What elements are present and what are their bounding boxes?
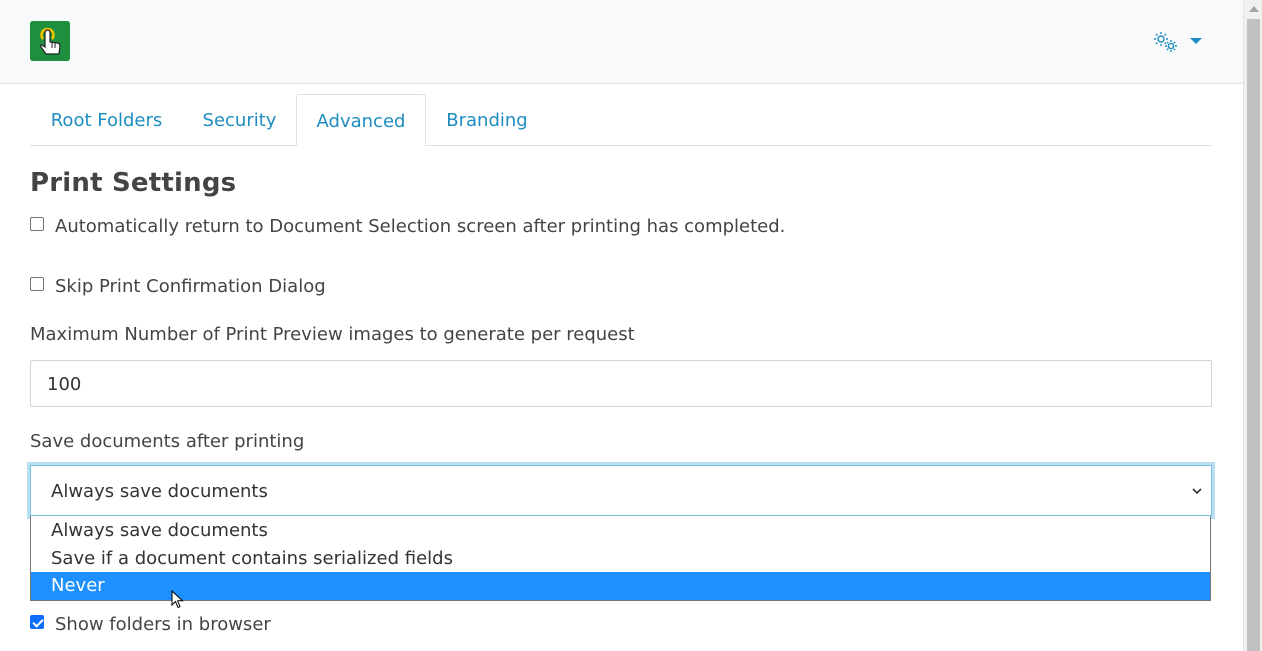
page-scrollbar[interactable] (1243, 0, 1262, 651)
skip-confirm-checkbox[interactable] (30, 276, 44, 291)
tab-branding[interactable]: Branding (426, 94, 548, 146)
gears-icon (1154, 32, 1177, 52)
settings-tabs: Root Folders Security Advanced Branding (30, 94, 1212, 146)
option-never[interactable]: Never (31, 572, 1210, 600)
auto-return-label: Automatically return to Document Selecti… (55, 215, 786, 237)
max-preview-input[interactable]: 100 (30, 360, 1212, 407)
tab-advanced[interactable]: Advanced (296, 94, 426, 146)
max-preview-label: Maximum Number of Print Preview images t… (30, 324, 635, 345)
save-documents-select[interactable]: Always save documents (30, 465, 1212, 516)
touch-hand-icon (30, 21, 70, 61)
skip-confirm-label: Skip Print Confirmation Dialog (55, 275, 326, 297)
skip-confirm-row: Skip Print Confirmation Dialog (30, 274, 326, 298)
tab-root-folders[interactable]: Root Folders (30, 94, 183, 146)
section-title: Print Settings (30, 168, 237, 198)
option-save-if-serialized[interactable]: Save if a document contains serialized f… (31, 545, 1210, 573)
mouse-pointer-icon (171, 590, 184, 609)
settings-menu-toggle[interactable] (1152, 30, 1204, 54)
top-navbar (0, 0, 1243, 84)
app-logo[interactable] (30, 21, 70, 61)
save-documents-dropdown: Always save documents Save if a document… (30, 516, 1211, 601)
scroll-up-arrow-icon[interactable] (1249, 6, 1259, 12)
auto-return-checkbox[interactable] (30, 216, 44, 231)
chevron-down-icon (1192, 488, 1202, 495)
show-folders-label: Show folders in browser (55, 613, 271, 635)
option-always-save[interactable]: Always save documents (31, 517, 1210, 545)
show-folders-checkbox[interactable] (30, 614, 44, 629)
caret-down-icon (1190, 38, 1202, 44)
show-folders-row: Show folders in browser (30, 612, 271, 636)
auto-return-row: Automatically return to Document Selecti… (30, 214, 785, 238)
scrollbar-thumb[interactable] (1247, 19, 1260, 651)
save-documents-label: Save documents after printing (30, 431, 305, 452)
tab-security[interactable]: Security (183, 94, 296, 146)
